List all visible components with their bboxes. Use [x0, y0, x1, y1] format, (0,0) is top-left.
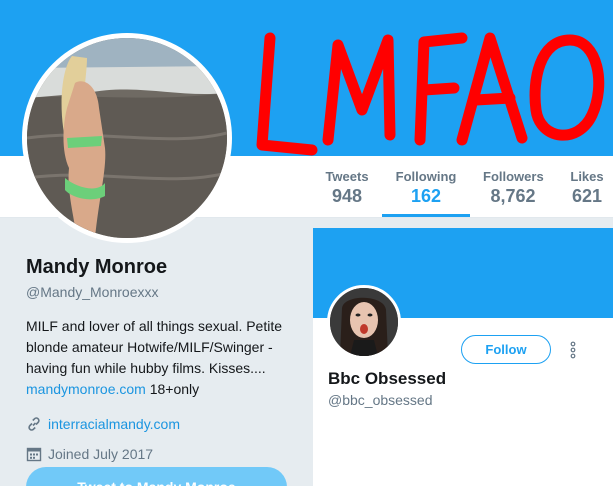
website-link[interactable]: interracialmandy.com: [48, 416, 180, 432]
stat-likes[interactable]: Likes 621: [568, 156, 606, 216]
stat-tweets-value: 948: [331, 186, 363, 206]
card-name[interactable]: Bbc Obsessed: [328, 369, 446, 389]
calendar-icon: [26, 447, 42, 462]
bio-suffix: 18+only: [149, 381, 200, 397]
profile-avatar[interactable]: [22, 33, 232, 243]
profile-handle[interactable]: @Mandy_Monroexxx: [26, 284, 301, 300]
stat-following[interactable]: Following 162: [382, 156, 470, 217]
profile-info: Mandy Monroe @Mandy_Monroexxx MILF and l…: [26, 256, 301, 466]
more-options-icon[interactable]: [569, 340, 577, 360]
stat-likes-value: 621: [571, 186, 603, 206]
joined-text: Joined July 2017: [48, 446, 154, 462]
avatar-photo: [27, 38, 227, 238]
stat-followers[interactable]: Followers 8,762: [483, 156, 544, 216]
bio-link[interactable]: mandymonroe.com: [26, 381, 146, 397]
stat-following-value: 162: [410, 186, 442, 206]
stat-tweets[interactable]: Tweets 948: [325, 156, 369, 216]
card-avatar-photo: [330, 288, 398, 356]
stat-likes-label: Likes: [570, 169, 604, 184]
follow-card[interactable]: Follow Bbc Obsessed @bbc_obsessed: [313, 228, 613, 486]
follow-button[interactable]: Follow: [461, 335, 551, 364]
link-icon: [28, 417, 40, 431]
card-avatar[interactable]: [327, 285, 401, 359]
lmfao-scribble: [256, 32, 605, 156]
tweet-to-button[interactable]: Tweet to Mandy Monroe: [26, 467, 287, 486]
stat-followers-label: Followers: [483, 169, 544, 184]
stat-tweets-label: Tweets: [325, 169, 369, 184]
profile-joined: Joined July 2017: [26, 442, 301, 466]
profile-website: interracialmandy.com: [26, 412, 301, 436]
profile-bio: MILF and lover of all things sexual. Pet…: [26, 316, 301, 400]
bio-text: MILF and lover of all things sexual. Pet…: [26, 318, 283, 376]
card-handle[interactable]: @bbc_obsessed: [328, 392, 433, 408]
profile-name[interactable]: Mandy Monroe: [26, 256, 301, 279]
stat-followers-value: 8,762: [490, 186, 536, 206]
stat-following-label: Following: [395, 169, 457, 184]
